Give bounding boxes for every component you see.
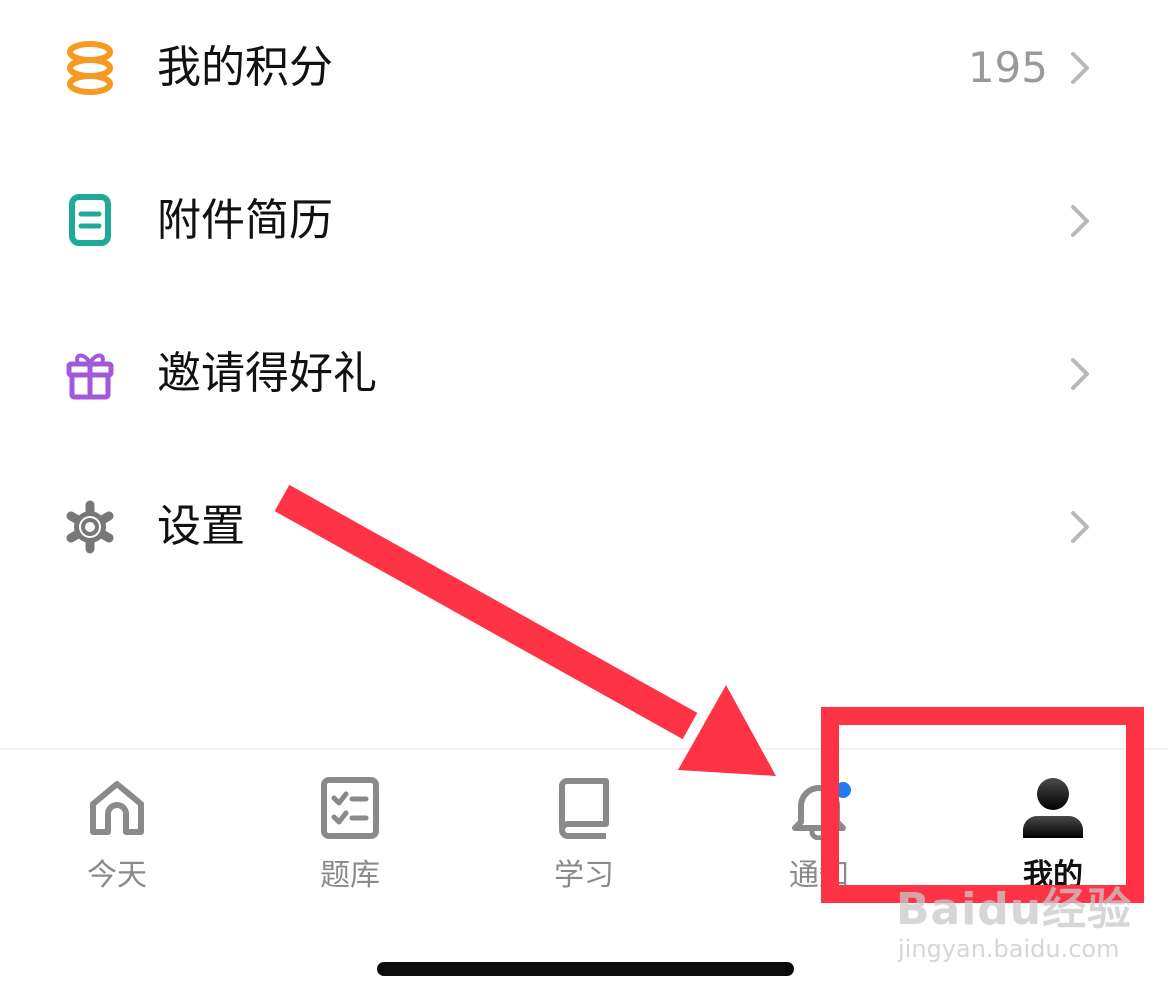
checklist-icon [318, 776, 382, 844]
tab-notifications[interactable]: 通知 [739, 750, 899, 910]
points-value: 195 [967, 43, 1048, 92]
menu-item-invite[interactable]: 邀请得好礼 [0, 323, 1168, 423]
chevron-right-icon [1068, 509, 1092, 545]
menu-item-settings[interactable]: 设置 [0, 476, 1168, 576]
gear-icon [62, 499, 118, 555]
menu-item-label: 附件简历 [157, 195, 333, 246]
notification-badge [835, 782, 851, 798]
baidu-watermark: Baidu经验 jingyan.baidu.com [896, 886, 1132, 964]
menu-item-label: 设置 [157, 501, 245, 552]
home-indicator [377, 962, 794, 976]
home-icon [85, 776, 149, 844]
tab-study[interactable]: 学习 [504, 750, 664, 910]
watermark-sub: jingyan.baidu.com [898, 935, 1120, 963]
chevron-right-icon [1068, 356, 1092, 392]
chevron-right-icon [1068, 203, 1092, 239]
tab-label: 题库 [320, 858, 380, 893]
document-icon [62, 193, 118, 249]
person-icon [1021, 776, 1085, 844]
gift-icon [62, 346, 118, 402]
tab-label: 学习 [554, 858, 614, 893]
chevron-right-icon [1068, 50, 1092, 86]
tab-label: 通知 [789, 858, 849, 893]
menu-item-label: 我的积分 [157, 42, 333, 93]
menu-item-label: 邀请得好礼 [157, 348, 377, 399]
menu-item-resume[interactable]: 附件简历 [0, 170, 1168, 270]
coins-icon [62, 40, 118, 96]
tab-today[interactable]: 今天 [37, 750, 197, 910]
watermark-main: Baidu经验 [896, 884, 1133, 935]
tab-question-bank[interactable]: 题库 [270, 750, 430, 910]
menu-item-points[interactable]: 我的积分 195 [0, 17, 1168, 117]
tab-label: 今天 [87, 858, 147, 893]
book-icon [552, 776, 616, 844]
